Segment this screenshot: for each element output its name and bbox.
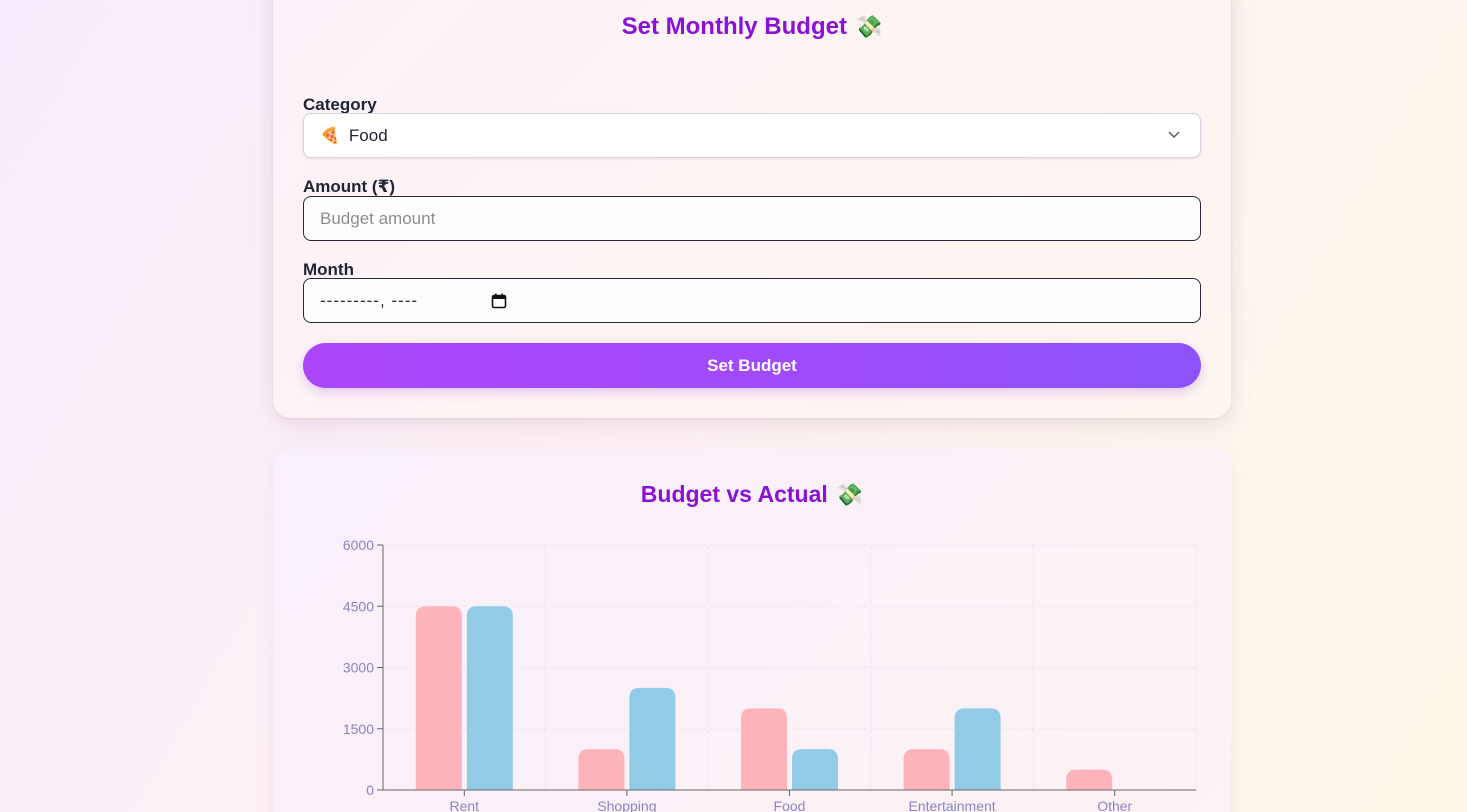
y-tick-label: 3000 [343, 660, 374, 676]
amount-label: Amount (₹) [303, 177, 396, 196]
category-label: Category [303, 95, 377, 114]
category-selected-value: Food [348, 125, 388, 145]
bar-budget [1066, 769, 1113, 790]
y-tick-label: 6000 [343, 537, 374, 553]
x-tick-label: Rent [450, 798, 480, 812]
budget-form-card: Set Monthly Budget 💸 Category 🍕 Food Amou… [273, 0, 1231, 418]
bar-budget [903, 749, 950, 790]
bar-actual [629, 687, 676, 790]
bar-actual [466, 606, 513, 790]
bar-budget [741, 708, 787, 790]
amount-placeholder: Budget amount [320, 208, 436, 228]
bar-actual [954, 708, 1001, 790]
x-tick-label: Entertainment [909, 798, 996, 812]
bar-actual [792, 749, 838, 790]
category-select[interactable]: 🍕 Food [303, 113, 1201, 158]
x-tick-label: Food [774, 798, 806, 812]
month-value: ---------, ---- [320, 290, 419, 310]
bar-budget [578, 749, 625, 790]
chevron-down-icon [1168, 131, 1180, 138]
month-input[interactable]: ---------, ---- [303, 278, 1201, 323]
set-budget-button[interactable]: Set Budget [303, 343, 1201, 388]
calendar-icon[interactable] [491, 293, 507, 309]
y-tick-label: 1500 [343, 721, 374, 737]
y-tick-label: 0 [366, 782, 374, 798]
money-emoji-icon: 💸 [854, 14, 883, 39]
amount-input[interactable]: Budget amount [303, 196, 1201, 241]
pizza-emoji-icon: 🍕 [320, 127, 340, 145]
x-tick-label: Other [1097, 798, 1132, 812]
budget-form-title: Set Monthly Budget 💸 [273, 13, 1231, 41]
budget-form-title-text: Set Monthly Budget [621, 13, 847, 40]
bar-budget [415, 606, 462, 790]
x-tick-label: Shopping [597, 798, 656, 812]
budget-chart-card: Budget vs Actual 💸 0 1500 3000 4500 6000 Rent S… [273, 449, 1231, 812]
y-tick-label: 4500 [343, 598, 374, 614]
budget-vs-actual-chart: 0 1500 3000 4500 6000 Rent Shopping Food Enterta… [343, 537, 1197, 812]
month-label: Month [303, 260, 354, 279]
